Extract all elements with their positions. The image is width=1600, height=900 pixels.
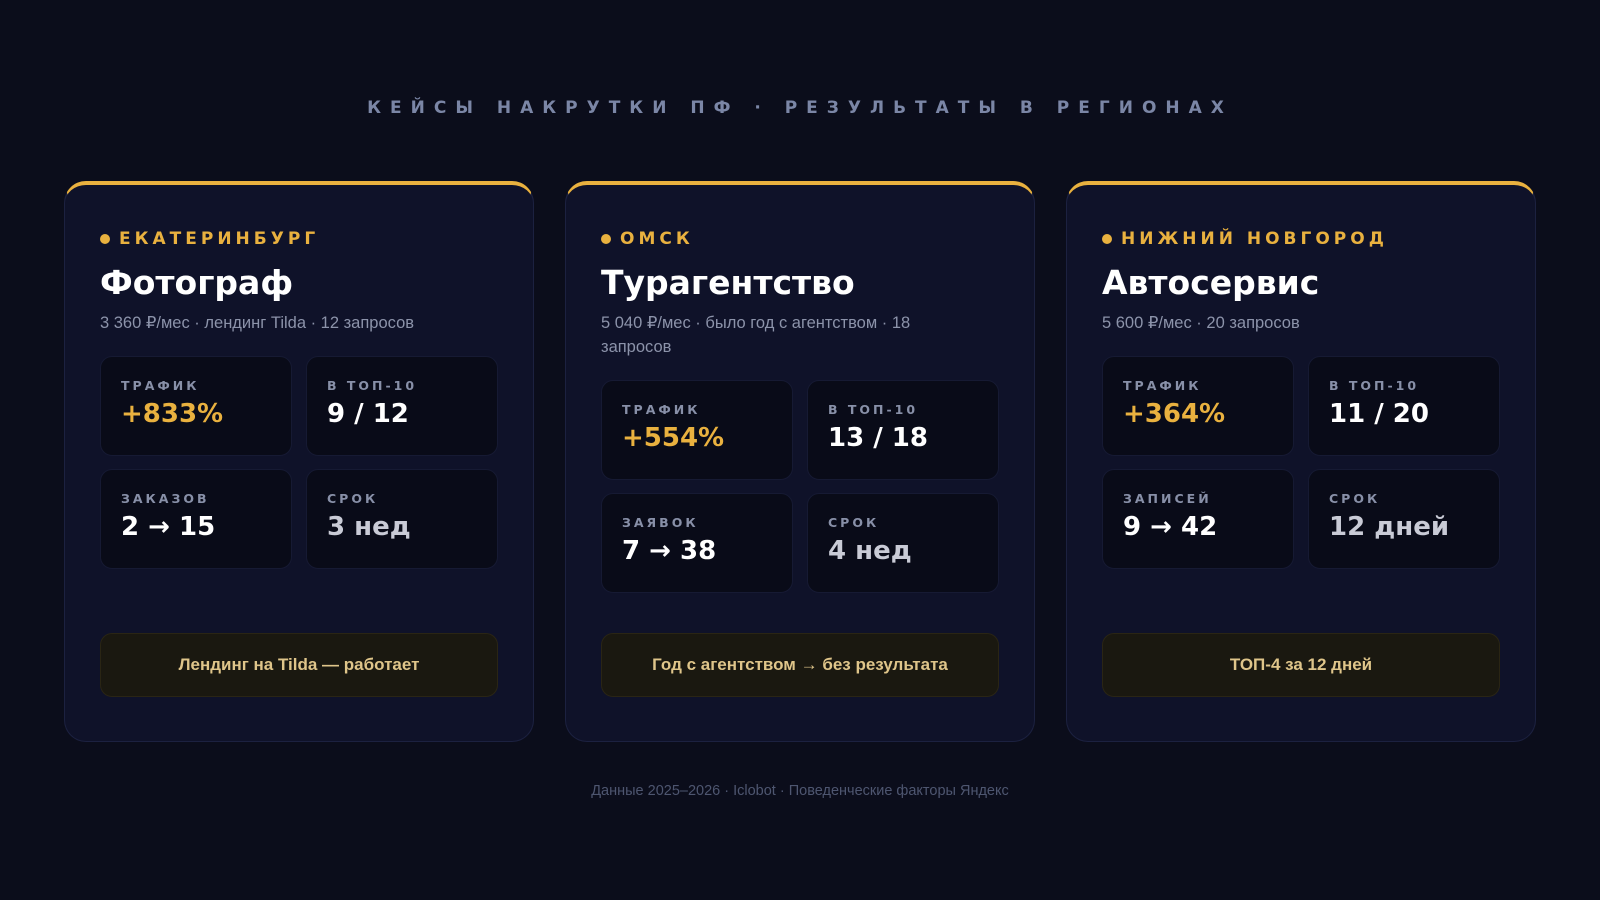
city-name: НИЖНИЙ НОВГОРОД	[1121, 229, 1388, 249]
case-title: Автосервис	[1102, 263, 1320, 302]
stat-term: СРОК 3 нед	[306, 469, 498, 569]
stat-term: СРОК 12 дней	[1308, 469, 1500, 569]
case-card-nizhny-novgorod: НИЖНИЙ НОВГОРОД Автосервис 5 600 ₽/мес ·…	[1066, 181, 1536, 742]
stat-traffic: ТРАФИК +364%	[1102, 356, 1294, 456]
city-dot-icon	[1102, 234, 1112, 244]
city-name: ЕКАТЕРИНБУРГ	[119, 229, 320, 249]
stat-value: 11 / 20	[1329, 399, 1429, 429]
cards-row: ЕКАТЕРИНБУРГ Фотограф 3 360 ₽/мес · ленд…	[64, 181, 1536, 742]
city-dot-icon	[100, 234, 110, 244]
case-subtitle: 3 360 ₽/мес · лендинг Tilda · 12 запросо…	[100, 314, 415, 332]
stat-top10: В ТОП-10 11 / 20	[1308, 356, 1500, 456]
city-dot-icon	[601, 234, 611, 244]
stat-value: 2 → 15	[121, 512, 216, 542]
stat-value: +554%	[622, 423, 725, 453]
stat-value: 3 нед	[327, 512, 411, 542]
stat-label: СРОК	[828, 515, 880, 530]
stats-grid: ТРАФИК +364% В ТОП-10 11 / 20 ЗАПИСЕЙ 9 …	[1102, 356, 1500, 569]
case-card-omsk: ОМСК Турагентство 5 040 ₽/мес · было год…	[565, 181, 1035, 742]
stat-value: 9 → 42	[1123, 512, 1218, 542]
city-name: ОМСК	[620, 229, 694, 249]
stat-label: ТРАФИК	[622, 402, 701, 417]
page-heading: КЕЙСЫ НАКРУТКИ ПФ · РЕЗУЛЬТАТЫ В РЕГИОНА…	[367, 98, 1233, 118]
stat-label: ЗАЯВОК	[622, 515, 699, 530]
case-title: Турагентство	[601, 263, 855, 302]
city-label: НИЖНИЙ НОВГОРОД	[1102, 229, 1500, 249]
city-label: ОМСК	[601, 229, 999, 249]
case-card-ekaterinburg: ЕКАТЕРИНБУРГ Фотограф 3 360 ₽/мес · ленд…	[64, 181, 534, 742]
stat-label: СРОК	[1329, 491, 1381, 506]
footer-note: Данные 2025–2026 · Iclobot · Поведенческ…	[591, 783, 1009, 799]
stat-value: +833%	[121, 399, 224, 429]
stats-grid: ТРАФИК +554% В ТОП-10 13 / 18 ЗАЯВОК 7 →…	[601, 380, 999, 593]
stat-value: 7 → 38	[622, 536, 717, 566]
stat-label: В ТОП-10	[828, 402, 919, 417]
stat-top10: В ТОП-10 9 / 12	[306, 356, 498, 456]
case-title: Фотограф	[100, 263, 294, 302]
stat-requests: ЗАЯВОК 7 → 38	[601, 493, 793, 593]
stat-label: ТРАФИК	[1123, 378, 1202, 393]
stat-label: В ТОП-10	[327, 378, 418, 393]
stat-bookings: ЗАПИСЕЙ 9 → 42	[1102, 469, 1294, 569]
stat-value: 13 / 18	[828, 423, 928, 453]
stat-term: СРОК 4 нед	[807, 493, 999, 593]
stat-label: ЗАПИСЕЙ	[1123, 491, 1212, 506]
stat-traffic: ТРАФИК +554%	[601, 380, 793, 480]
stats-grid: ТРАФИК +833% В ТОП-10 9 / 12 ЗАКАЗОВ 2 →…	[100, 356, 498, 569]
stat-traffic: ТРАФИК +833%	[100, 356, 292, 456]
stat-value: 9 / 12	[327, 399, 409, 429]
result-badge: Лендинг на Tilda — работает	[100, 633, 498, 697]
result-badge: Год с агентством → без результата	[601, 633, 999, 697]
stat-value: +364%	[1123, 399, 1226, 429]
stat-value: 4 нед	[828, 536, 912, 566]
case-subtitle: 5 040 ₽/мес · было год с агентством · 18…	[601, 314, 911, 356]
stat-value: 12 дней	[1329, 512, 1450, 542]
case-studies-page: КЕЙСЫ НАКРУТКИ ПФ · РЕЗУЛЬТАТЫ В РЕГИОНА…	[0, 0, 1600, 900]
stat-label: СРОК	[327, 491, 379, 506]
stat-label: В ТОП-10	[1329, 378, 1420, 393]
result-badge: ТОП-4 за 12 дней	[1102, 633, 1500, 697]
city-label: ЕКАТЕРИНБУРГ	[100, 229, 498, 249]
case-subtitle: 5 600 ₽/мес · 20 запросов	[1102, 314, 1300, 332]
stat-label: ТРАФИК	[121, 378, 200, 393]
stat-label: ЗАКАЗОВ	[121, 491, 210, 506]
stat-orders: ЗАКАЗОВ 2 → 15	[100, 469, 292, 569]
stat-top10: В ТОП-10 13 / 18	[807, 380, 999, 480]
